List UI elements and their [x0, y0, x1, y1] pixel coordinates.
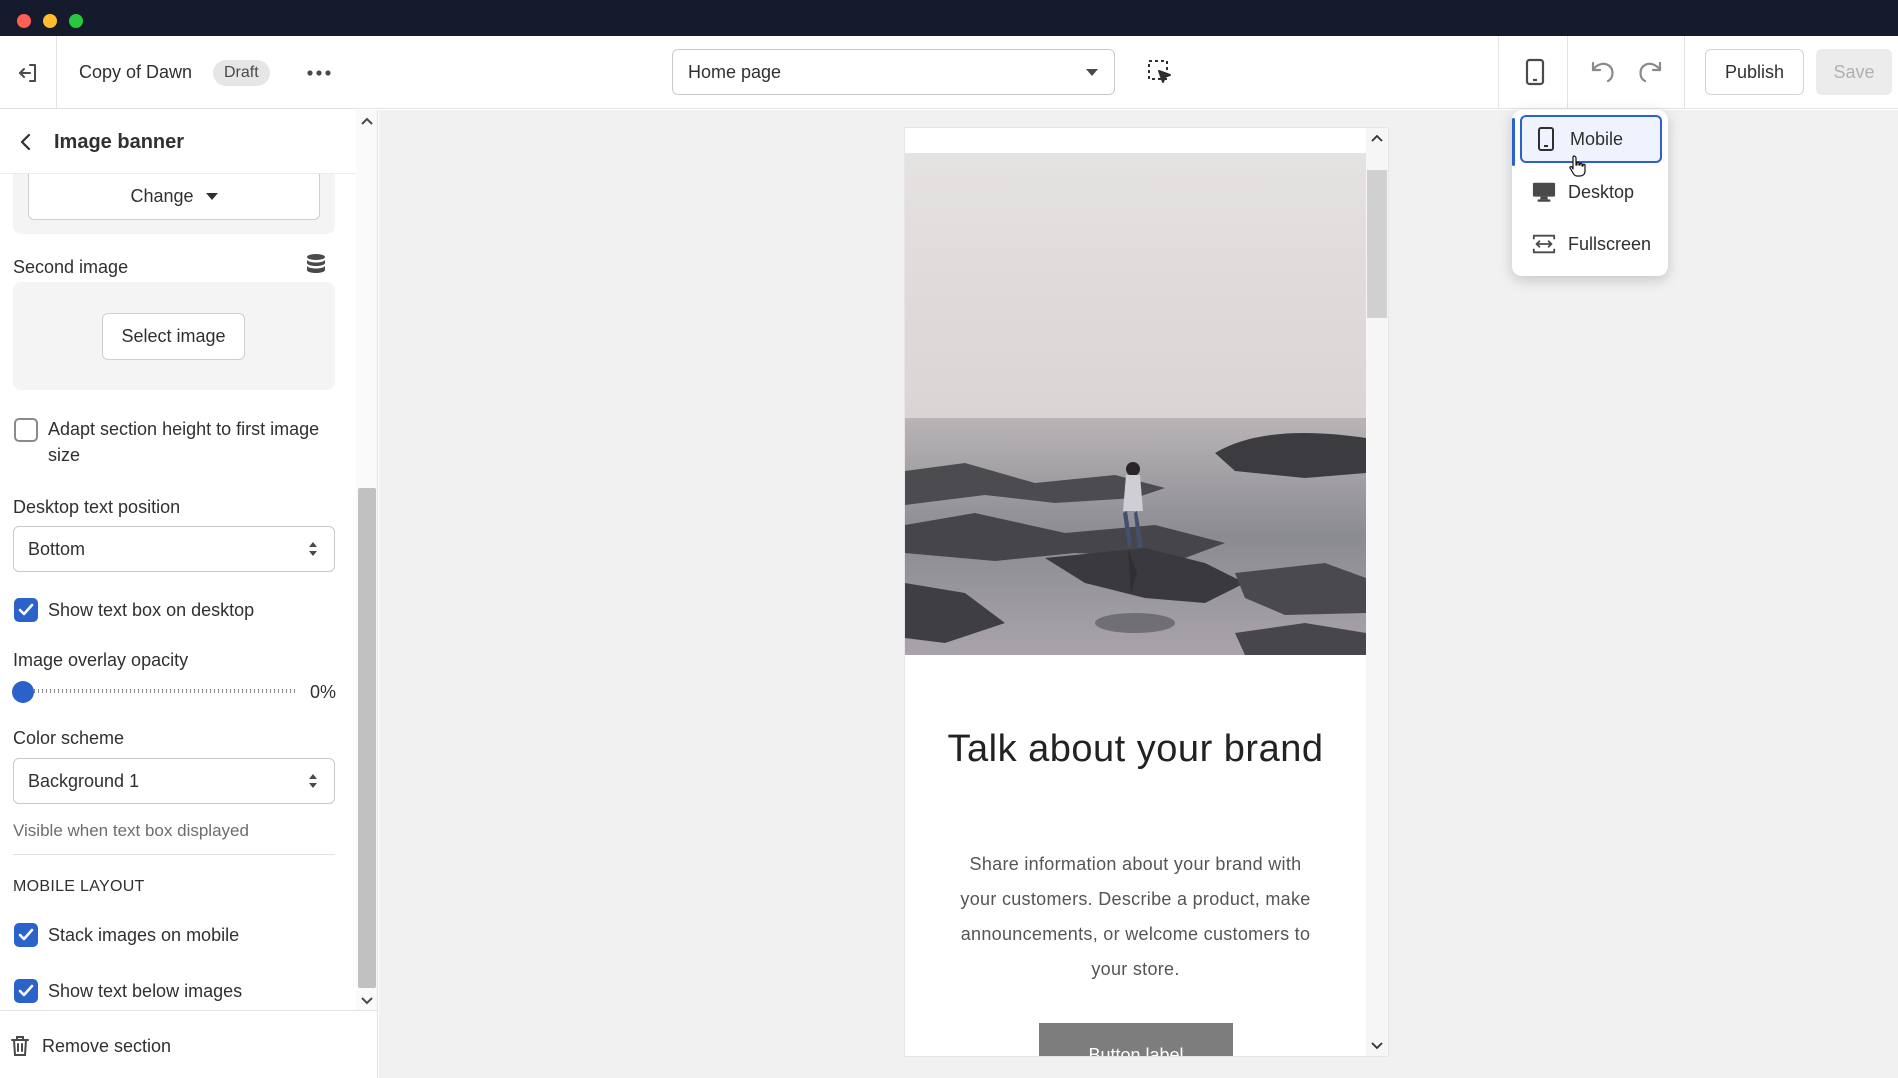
topbar-divider: [1684, 36, 1685, 109]
section-divider: [13, 854, 335, 855]
color-scheme-value: Background 1: [28, 770, 140, 791]
page-select[interactable]: Home page: [672, 49, 1115, 95]
desktop-text-position-select[interactable]: Bottom: [13, 526, 335, 572]
desktop-text-position-label: Desktop text position: [13, 497, 181, 517]
show-text-box-checkbox[interactable]: [14, 598, 38, 622]
menu-item-desktop[interactable]: Desktop: [1520, 168, 1662, 216]
change-image-label: Change: [130, 186, 194, 206]
caret-down-icon: [205, 193, 218, 200]
menu-item-label: Mobile: [1570, 128, 1624, 149]
page-select-value: Home page: [688, 61, 782, 82]
overlay-opacity-slider-thumb[interactable]: [12, 681, 34, 703]
inspector-toggle-button[interactable]: [1142, 54, 1178, 90]
publish-button[interactable]: Publish: [1705, 49, 1804, 95]
dynamic-source-button[interactable]: [304, 252, 328, 276]
adapt-height-checkbox[interactable]: [14, 418, 38, 442]
second-image-label: Second image: [13, 257, 129, 277]
exit-icon: [19, 64, 36, 82]
checkmark-icon: [18, 603, 34, 616]
preview-heading: Talk about your brand: [947, 728, 1324, 770]
stack-images-label: Stack images on mobile: [48, 925, 240, 945]
exit-editor-button[interactable]: [10, 55, 46, 91]
section-settings-panel: Change Image banner Second image Select …: [0, 110, 378, 1078]
remove-section-button[interactable]: Remove section: [10, 1035, 171, 1057]
checkmark-icon: [18, 928, 34, 941]
banner-image: [905, 153, 1366, 655]
show-text-below-checkbox[interactable]: [14, 979, 38, 1003]
color-scheme-select[interactable]: Background 1: [13, 758, 335, 804]
undo-icon: [1591, 61, 1614, 83]
color-scheme-help-text: Visible when text box displayed: [13, 821, 249, 840]
menu-item-fullscreen[interactable]: Fullscreen: [1520, 220, 1662, 268]
scroll-up-arrow-icon[interactable]: [360, 116, 374, 126]
show-text-below-label: Show text below images: [48, 981, 243, 1001]
scroll-down-arrow-icon[interactable]: [360, 996, 374, 1006]
desktop-text-position-value: Bottom: [28, 538, 86, 559]
topbar-divider: [1567, 36, 1568, 109]
desktop-icon: [1532, 180, 1556, 204]
overlay-opacity-label: Image overlay opacity: [13, 650, 189, 670]
close-window-button[interactable]: [17, 14, 31, 28]
select-arrows-icon: [309, 542, 317, 556]
fullscreen-icon: [1532, 232, 1556, 256]
menu-item-mobile[interactable]: Mobile: [1520, 115, 1662, 163]
device-preview-button[interactable]: [1517, 54, 1553, 90]
select-image-button[interactable]: Select image: [102, 313, 245, 360]
selected-item-indicator: [1512, 118, 1515, 166]
maximize-window-button[interactable]: [69, 14, 83, 28]
panel-header: Image banner: [0, 110, 356, 174]
save-button[interactable]: Save: [1816, 49, 1892, 95]
menu-item-label: Desktop: [1568, 181, 1635, 202]
preview-scrollbar[interactable]: [1366, 128, 1388, 1056]
theme-name: Copy of Dawn: [79, 62, 193, 82]
select-inspect-icon: [1148, 60, 1171, 83]
back-button[interactable]: [12, 128, 40, 156]
mobile-device-icon: [1525, 58, 1545, 86]
mobile-layout-heading: MOBILE LAYOUT: [13, 878, 145, 895]
panel-footer: Remove section: [0, 1010, 377, 1078]
stack-images-checkbox[interactable]: [14, 923, 38, 947]
overlay-opacity-value: 0%: [310, 682, 337, 702]
panel-scrollbar-thumb[interactable]: [358, 488, 376, 988]
redo-icon: [1639, 61, 1662, 83]
panel-title: Image banner: [54, 131, 185, 153]
chevron-left-icon: [20, 133, 31, 151]
overlay-opacity-slider-track[interactable]: [22, 689, 298, 693]
mobile-preview-frame: Talk about your brand Share information …: [905, 128, 1388, 1056]
chevron-down-icon: [1086, 69, 1098, 76]
trash-icon: [11, 1036, 29, 1056]
adapt-height-label: Adapt section height to first image size: [48, 419, 320, 465]
preview-button[interactable]: Button label: [1039, 1023, 1233, 1056]
redo-button[interactable]: [1632, 54, 1668, 90]
more-actions-button[interactable]: [300, 55, 338, 91]
change-image-button[interactable]: Change: [28, 174, 320, 220]
scroll-down-arrow-icon[interactable]: [1371, 1041, 1383, 1050]
select-arrows-icon: [309, 774, 317, 788]
minimize-window-button[interactable]: [43, 14, 57, 28]
undo-button[interactable]: [1585, 54, 1621, 90]
topbar-divider: [56, 36, 57, 109]
checkmark-icon: [18, 984, 34, 997]
status-badge: Draft: [213, 60, 270, 86]
color-scheme-label: Color scheme: [13, 728, 125, 748]
preview-body-text: Share information about your brand with …: [960, 854, 1311, 979]
panel-scrollbar[interactable]: [356, 110, 377, 1010]
device-menu: Mobile Desktop Fullscreen: [1512, 110, 1668, 276]
remove-section-label: Remove section: [42, 1035, 172, 1056]
preview-scrollbar-thumb[interactable]: [1367, 170, 1387, 318]
ellipsis-icon: [307, 70, 331, 76]
database-icon: [307, 254, 325, 273]
os-title-bar: [0, 0, 1898, 36]
menu-item-label: Fullscreen: [1568, 233, 1652, 254]
mobile-icon: [1534, 127, 1558, 151]
show-text-box-label: Show text box on desktop: [48, 600, 255, 620]
topbar-divider: [1498, 36, 1499, 109]
scroll-up-arrow-icon[interactable]: [1371, 134, 1383, 143]
editor-topbar: Copy of Dawn Draft Home page Publish Sav…: [0, 36, 1898, 109]
